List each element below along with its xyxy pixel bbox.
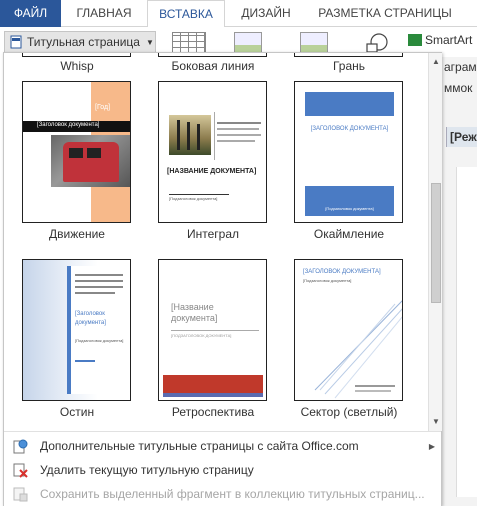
sector-lines-graphic: [314, 300, 402, 399]
gallery-label-sector-light: Сектор (светлый): [300, 405, 398, 419]
cover-thumb-retrospect[interactable]: [Название документа] [ПОДЗАГОЛОВОК ДОКУМ…: [158, 259, 267, 401]
gallery-grid: Whisp Боковая линия Грань [Год] [Заголов…: [4, 53, 427, 431]
menu-more-cover-pages[interactable]: Дополнительные титульные страницы с сайт…: [4, 434, 441, 458]
cover-thumb-austin[interactable]: [Заголовок документа] [Подзаголовок доку…: [22, 259, 131, 401]
gallery-label-motion: Движение: [49, 227, 105, 241]
smartart-label: SmartArt: [425, 33, 473, 47]
cover-page-icon: [10, 35, 22, 49]
scroll-thumb[interactable]: [431, 183, 441, 303]
motion-title: [Заголовок документа]: [37, 122, 100, 128]
document-area: аграмм ммок [Реж: [441, 57, 477, 506]
menu-more-cover-pages-label: Дополнительные титульные страницы с сайт…: [40, 439, 359, 453]
picture-icon[interactable]: [234, 32, 262, 54]
menu-remove-cover-page-label: Удалить текущую титульную страницу: [40, 463, 254, 477]
tab-home[interactable]: ГЛАВНАЯ: [66, 0, 142, 27]
thumb-sideline-edge[interactable]: [158, 53, 267, 57]
integral-title: [НАЗВАНИЕ ДОКУМЕНТА]: [167, 168, 257, 175]
ribbon-tabs: ФАЙЛ ГЛАВНАЯ ВСТАВКА ДИЗАЙН РАЗМЕТКА СТР…: [0, 0, 477, 28]
menu-save-to-gallery: Сохранить выделенный фрагмент в коллекци…: [4, 482, 441, 506]
chevron-down-icon: ▼: [145, 37, 154, 47]
banded-title: [ЗАГОЛОВОК ДОКУМЕНТА]: [310, 126, 389, 132]
chart-button-partial[interactable]: аграмм: [444, 60, 477, 74]
gallery-label-whisp: Whisp: [60, 59, 94, 73]
mode-indicator: [Реж: [446, 127, 477, 147]
tab-insert[interactable]: ВСТАВКА: [147, 0, 225, 28]
scroll-down-arrow-icon[interactable]: ▼: [429, 415, 443, 429]
gallery-label-retrospect: Ретроспектива: [171, 405, 255, 419]
cover-page-label: Титульная страница: [27, 35, 140, 49]
gallery-label-sideline: Боковая линия: [171, 59, 255, 73]
retro-subtitle: [ПОДЗАГОЛОВОК ДОКУМЕНТА]: [171, 333, 232, 338]
tab-design[interactable]: ДИЗАЙН: [228, 0, 304, 27]
cover-thumb-motion[interactable]: [Год] [Заголовок документа]: [22, 81, 131, 223]
online-picture-icon[interactable]: [300, 32, 328, 54]
tab-page-layout[interactable]: РАЗМЕТКА СТРАНИЦЫ: [310, 0, 460, 27]
cover-page-menu: Дополнительные титульные страницы с сайт…: [4, 431, 441, 506]
cover-thumb-integral[interactable]: [НАЗВАНИЕ ДОКУМЕНТА] [Подзаголовок докум…: [158, 81, 267, 223]
cover-page-button[interactable]: Титульная страница ▼: [4, 31, 156, 53]
gallery-label-banded: Окаймление: [313, 227, 385, 241]
austin-subtitle: [Подзаголовок документа]: [75, 338, 124, 343]
remove-page-icon: [13, 463, 28, 478]
thumb-whisp-edge[interactable]: [22, 53, 131, 57]
cover-thumb-sector-light[interactable]: [ЗАГОЛОВОК ДОКУМЕНТА] [Подзаголовок доку…: [294, 259, 403, 401]
shapes-icon[interactable]: [364, 32, 392, 54]
table-icon[interactable]: [172, 32, 206, 54]
banded-subtitle: [Подзаголовок документа]: [325, 206, 374, 211]
gallery-scrollbar[interactable]: ▲ ▼: [428, 53, 442, 431]
screenshot-button-partial[interactable]: ммок: [444, 81, 472, 95]
austin-title: [Заголовок документа]: [75, 311, 106, 326]
save-to-gallery-icon: [13, 487, 28, 502]
scroll-up-arrow-icon[interactable]: ▲: [429, 55, 443, 69]
submenu-arrow-icon: ▶: [428, 441, 435, 451]
tab-file[interactable]: ФАЙЛ: [0, 0, 61, 27]
gallery-label-integral: Интеграл: [186, 227, 239, 241]
gallery-label-austin: Остин: [59, 405, 95, 419]
motion-year: [Год]: [95, 104, 111, 111]
cover-thumb-banded[interactable]: [ЗАГОЛОВОК ДОКУМЕНТА] [Подзаголовок доку…: [294, 81, 403, 223]
gallery-label-facet: Грань: [332, 59, 366, 73]
cover-page-gallery: Whisp Боковая линия Грань [Год] [Заголов…: [3, 52, 442, 506]
integral-subtitle: [Подзаголовок документа]: [169, 196, 218, 201]
menu-save-to-gallery-label: Сохранить выделенный фрагмент в коллекци…: [40, 487, 425, 501]
smartart-icon: [408, 34, 422, 46]
globe-icon: [13, 439, 28, 454]
menu-remove-cover-page[interactable]: Удалить текущую титульную страницу: [4, 458, 441, 482]
document-page: [456, 167, 477, 497]
thumb-facet-edge[interactable]: [294, 53, 403, 57]
smartart-button[interactable]: SmartArt: [408, 33, 472, 47]
retro-title: [Название документа]: [171, 302, 218, 323]
